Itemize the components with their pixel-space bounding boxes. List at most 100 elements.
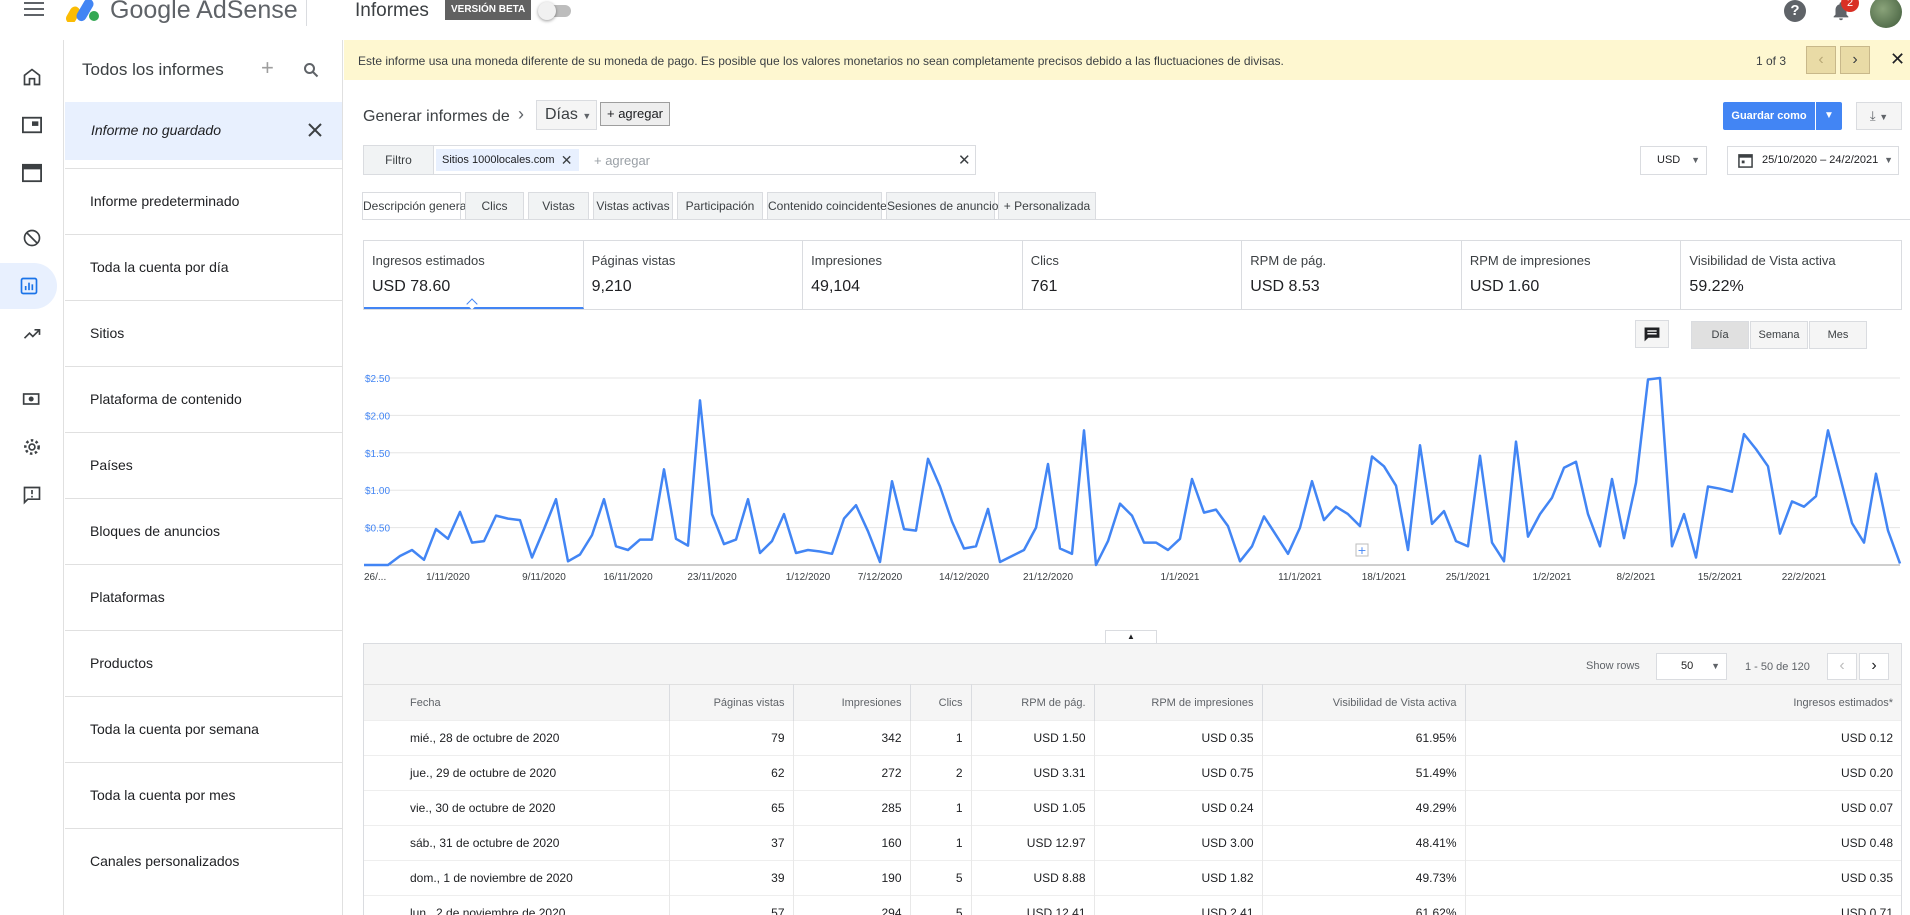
main-content: Este informe usa una moneda diferente de… [344, 40, 1910, 915]
table-cell: USD 0.35 [1094, 720, 1263, 756]
y-tick-label: $2.00 [365, 411, 390, 422]
saved-report-item[interactable]: Toda la cuenta por semana [65, 696, 342, 762]
tab-5[interactable]: Participación [677, 192, 763, 220]
table-row[interactable]: dom., 1 de noviembre de 2020 39 190 5 USD 8.… [364, 860, 1901, 896]
table-cell: 294 [793, 895, 911, 915]
metric-card[interactable]: Ingresos estimados USD 78.60 [364, 241, 584, 310]
table-cell: USD 0.75 [1094, 755, 1263, 791]
x-tick-label: 9/11/2020 [522, 572, 566, 583]
sites-icon[interactable] [0, 150, 64, 196]
column-header[interactable]: RPM de impresiones [1094, 684, 1263, 721]
help-icon[interactable]: ? [1784, 0, 1806, 22]
saved-report-item[interactable]: Bloques de anuncios [65, 498, 342, 564]
save-as-button[interactable]: Guardar como [1723, 102, 1815, 130]
saved-report-label: Plataforma de contenido [90, 391, 242, 407]
home-icon[interactable] [0, 54, 64, 100]
reports-icon[interactable] [0, 263, 57, 309]
metric-card[interactable]: RPM de impresiones USD 1.60 [1462, 241, 1682, 309]
tab-1[interactable]: Descripción general [362, 192, 469, 220]
avatar[interactable] [1870, 0, 1902, 28]
previous-page-button[interactable]: ‹ [1827, 653, 1857, 680]
column-header[interactable]: Clics [910, 684, 972, 721]
remove-filter-icon[interactable]: ✕ [561, 149, 573, 171]
table-cell: 285 [793, 790, 911, 826]
menu-icon[interactable] [24, 2, 44, 16]
add-dimension-button[interactable]: + agregar [600, 102, 671, 126]
block-icon[interactable] [0, 215, 64, 261]
tab-4[interactable]: Vistas activas [593, 192, 673, 220]
column-header[interactable]: Ingresos estimados* [1465, 684, 1901, 721]
table-toolbar: Show rows 50 ▼ 1 - 50 de 120 ‹ › [364, 644, 1901, 684]
add-filter-input[interactable]: + agregar [594, 153, 650, 168]
next-page-button[interactable]: › [1859, 653, 1889, 680]
granularity-button[interactable]: Día [1691, 321, 1749, 349]
metric-card[interactable]: RPM de pág. USD 8.53 [1242, 241, 1462, 309]
dimension-selector[interactable]: Días ▼ [536, 100, 597, 130]
save-options-dropdown[interactable]: ▼ [1816, 102, 1842, 130]
feedback-icon[interactable] [0, 472, 64, 518]
saved-report-item[interactable]: Informe predeterminado [65, 168, 342, 234]
banner-prev-button[interactable]: ‹ [1806, 46, 1836, 74]
column-header[interactable]: Impresiones [793, 684, 911, 721]
clear-filters-icon[interactable]: ✕ [958, 151, 971, 169]
table-cell: USD 8.88 [971, 860, 1095, 896]
metric-card[interactable]: Clics 761 [1023, 241, 1243, 309]
saved-report-item[interactable]: Canales personalizados [65, 828, 342, 894]
rows-per-page-select[interactable]: 50 ▼ [1656, 653, 1727, 680]
series-line[interactable] [364, 376, 1902, 567]
metric-card[interactable]: Impresiones 49,104 [803, 241, 1023, 309]
table-row[interactable]: mié., 28 de octubre de 2020 79 342 1 USD 1.5… [364, 720, 1901, 756]
column-header[interactable]: Fecha [364, 684, 670, 721]
table-cell: 61.95% [1262, 720, 1466, 756]
column-header[interactable]: RPM de pág. [971, 684, 1095, 721]
banner-close-button[interactable]: ✕ [1890, 50, 1905, 68]
metric-card[interactable]: Visibilidad de Vista activa 59.22% [1681, 241, 1901, 309]
granularity-button[interactable]: Mes [1809, 321, 1867, 349]
chevron-right-icon: › [518, 104, 524, 124]
saved-report-item[interactable]: Plataforma de contenido [65, 366, 342, 432]
column-header[interactable]: Páginas vistas [669, 684, 794, 721]
metric-label: RPM de pág. [1250, 253, 1327, 268]
x-tick-label: 8/2/2021 [1617, 572, 1656, 583]
payments-icon[interactable] [0, 376, 64, 422]
currency-selector[interactable]: USD ▼ [1640, 146, 1707, 175]
saved-report-item[interactable]: Sitios [65, 300, 342, 366]
add-report-icon[interactable]: + [261, 57, 274, 79]
unsaved-report-item[interactable]: Informe no guardado [65, 102, 342, 160]
granularity-button[interactable]: Semana [1750, 321, 1808, 349]
saved-report-item[interactable]: Productos [65, 630, 342, 696]
search-icon[interactable] [303, 62, 319, 78]
ads-icon[interactable] [0, 102, 64, 148]
optimization-icon[interactable] [0, 311, 64, 357]
column-header[interactable]: Visibilidad de Vista activa [1262, 684, 1466, 721]
table-row[interactable]: vie., 30 de octubre de 2020 65 285 1 USD 1.0… [364, 790, 1901, 826]
saved-report-label: Plataformas [90, 589, 165, 605]
collapse-chart-button[interactable]: ▲ [1105, 630, 1157, 643]
saved-report-item[interactable]: Toda la cuenta por día [65, 234, 342, 300]
tab-3[interactable]: Vistas [528, 192, 589, 220]
metric-card[interactable]: Páginas vistas 9,210 [584, 241, 804, 309]
saved-report-item[interactable]: Plataformas [65, 564, 342, 630]
settings-icon[interactable] [0, 424, 64, 470]
beta-toggle[interactable] [538, 2, 574, 20]
tab-2[interactable]: Clics [465, 192, 524, 220]
annotations-icon[interactable] [1635, 320, 1669, 348]
dimension-label: Días [545, 106, 578, 123]
download-icon[interactable]: ⤓ ▼ [1856, 102, 1902, 130]
saved-report-item[interactable]: Toda la cuenta por mes [65, 762, 342, 828]
date-range-picker[interactable]: 25/10/2020 – 24/2/2021 ▼ [1727, 146, 1899, 175]
close-icon[interactable] [305, 120, 325, 140]
tab-8[interactable]: + Personalizada [998, 192, 1096, 220]
table-row[interactable]: jue., 29 de octubre de 2020 62 272 2 USD 3.3… [364, 755, 1901, 791]
table-cell: dom., 1 de noviembre de 2020 [364, 860, 670, 896]
table-row[interactable]: sáb., 31 de octubre de 2020 37 160 1 USD 12.… [364, 825, 1901, 861]
table-cell: USD 0.12 [1465, 720, 1901, 756]
saved-report-item[interactable]: Países [65, 432, 342, 498]
pagination-range: 1 - 50 de 120 [1745, 661, 1810, 673]
tab-7[interactable]: Sesiones de anuncios [886, 192, 1004, 220]
table-cell: 1 [910, 825, 972, 861]
tab-6[interactable]: Contenido coincidente [767, 192, 887, 220]
filter-chip[interactable]: Sitios 1000locales.com ✕ [436, 149, 579, 171]
table-row[interactable]: lun., 2 de noviembre de 2020 57 294 5 USD 12… [364, 895, 1901, 915]
banner-next-button[interactable]: › [1840, 46, 1870, 74]
